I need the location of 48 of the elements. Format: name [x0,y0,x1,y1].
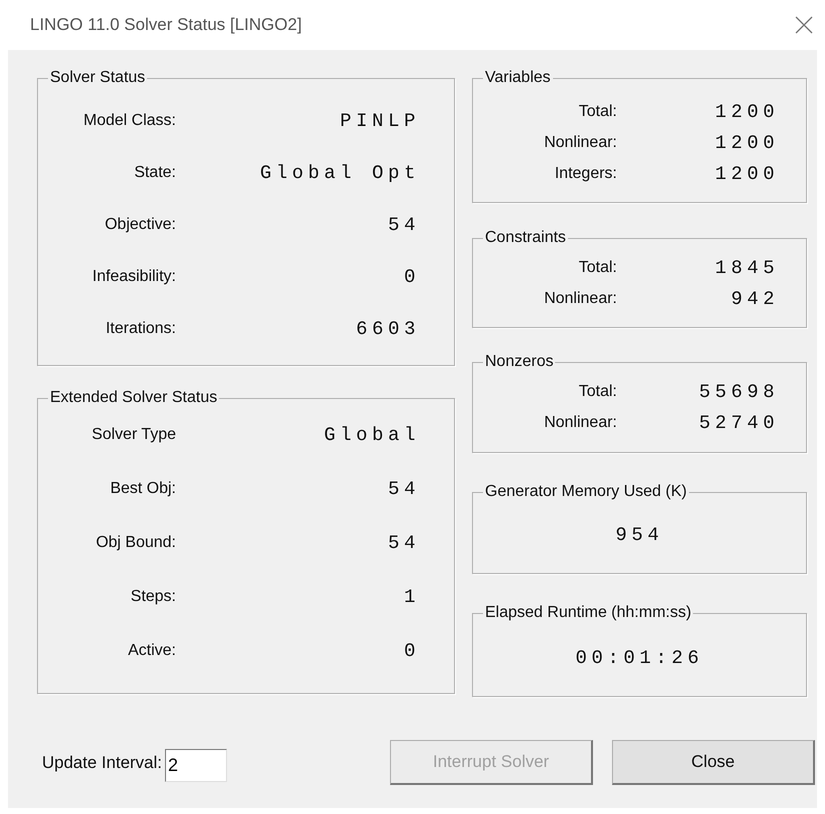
field-label: Objective: [104,216,176,234]
field-value: 54 [386,214,420,236]
field-value: 0 [402,266,420,288]
group-title: Nonzeros [484,352,554,372]
field-value: 1200 [714,132,779,154]
field-value: 954 [614,523,664,548]
field-value: 1200 [714,100,779,122]
field-label: Active: [126,642,176,660]
field-label: Total: [578,382,617,400]
field-label: Nonlinear: [543,290,617,308]
update-interval-field[interactable]: 2 [165,749,228,782]
dialog-button[interactable]: Close [612,740,815,785]
field-value: Global Opt [258,162,420,184]
field-label: Best Obj: [109,480,176,498]
field-value: 55698 [698,380,779,402]
field-value: 6603 [354,318,420,340]
field-label: Iterations: [104,320,176,338]
field-value: 1845 [714,256,779,278]
field-value: 0 [402,640,420,662]
field-label: Infeasibility: [91,268,176,286]
group-title: Constraints [484,228,567,248]
group-title: Elapsed Runtime (hh:mm:ss) [484,603,692,623]
field-value: 54 [386,478,420,500]
field-value: 1 [402,586,420,608]
field-value: PINLP [338,110,420,132]
field-value: 52740 [698,412,779,434]
field-value: 54 [386,532,420,554]
field-label: Nonlinear: [543,414,617,432]
field-label: State: [133,164,176,182]
field-label: Total: [578,258,617,276]
field-label: Steps: [130,588,176,606]
group-title: Solver Status [49,68,146,88]
field-value: 942 [730,288,779,310]
field-label: Total: [578,102,617,120]
group-title: Extended Solver Status [49,388,218,408]
field-label: Solver Type [90,426,176,444]
field-label: Integers: [554,164,617,182]
field-label: Obj Bound: [94,534,176,552]
group-title: Variables [484,68,552,88]
field-label: Nonlinear: [543,134,617,152]
field-label: Model Class: [82,112,176,130]
window-title: LINGO 11.0 Solver Status [LINGO2] [30,15,302,35]
field-value: 1200 [714,162,779,184]
update-interval-label: Update Interval: [42,752,162,772]
close-icon[interactable] [795,16,813,34]
field-value: 00:01:26 [574,646,704,671]
field-value: Global [322,424,420,446]
group-title: Generator Memory Used (K) [484,482,688,502]
